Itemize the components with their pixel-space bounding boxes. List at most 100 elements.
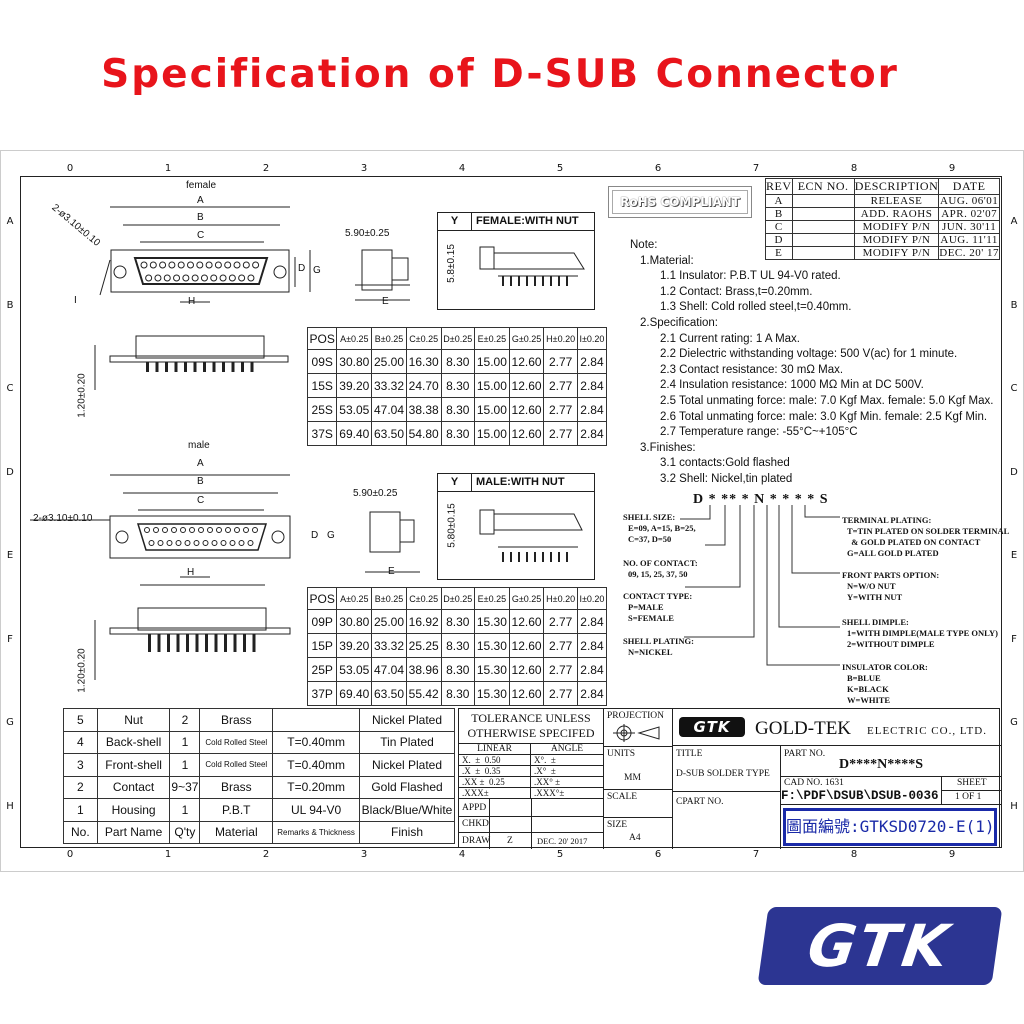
- table-cell: B±0.25: [371, 327, 407, 350]
- rohs-label: RoHS COMPLIANT: [612, 190, 748, 214]
- table-cell: 53.05: [336, 657, 373, 682]
- title-label: TITLE: [676, 749, 703, 759]
- table-cell: Remarks & Thickness: [272, 820, 361, 844]
- solder-terminal: [148, 634, 151, 652]
- pin-hole: [205, 261, 213, 269]
- table-cell: 37P: [306, 681, 338, 706]
- nut-terminal: [526, 276, 528, 286]
- pin-hole: [189, 527, 195, 533]
- legend-line: G=ALL GOLD PLATED: [847, 548, 939, 558]
- shell-size-legend: SHELL SIZE: E=09, A=15, B=25, C=37, D=50: [623, 512, 696, 545]
- grid-column-label: 3: [360, 849, 368, 860]
- note-line: 2.7 Temperature range: -55°C~+105°C: [660, 426, 858, 439]
- table-cell: 24.70: [405, 373, 442, 398]
- pin-hole: [182, 274, 190, 282]
- table-cell: H±0.20: [543, 587, 578, 610]
- table-cell: A±0.25: [336, 587, 373, 610]
- pin-hole: [228, 274, 236, 282]
- table-header-row: POS A±0.25 B±0.25 C±0.25 D±0.25 E±0.25 G±0.25 H…: [306, 327, 608, 350]
- grid-row-label: D: [6, 466, 14, 478]
- table-cell: C±0.25: [405, 327, 442, 350]
- pin-hole: [163, 274, 171, 282]
- tolerance-cell: .XXX°±: [531, 788, 604, 799]
- table-cell: Cold Rolled Steel: [199, 753, 274, 777]
- table-cell: No.: [63, 820, 98, 844]
- table-cell: 33.32: [371, 373, 407, 398]
- tolerance-cell: .XX ± 0.25: [459, 777, 531, 788]
- note-line: 3.2 Shell: Nickel,tin plated: [660, 472, 793, 485]
- female-dim-e: E: [382, 296, 389, 307]
- scale-label: SCALE: [607, 792, 638, 802]
- grid-row-label: F: [7, 633, 13, 645]
- table-cell: 2.77: [543, 349, 578, 374]
- table-cell: 2.84: [576, 397, 608, 422]
- table-cell: B: [765, 207, 793, 221]
- nut-terminal: [566, 552, 568, 562]
- grid-row-label: G: [6, 717, 14, 728]
- table-cell: 63.50: [371, 421, 407, 446]
- table-cell: 15.30: [474, 633, 510, 658]
- pin-hole: [224, 261, 232, 269]
- table-row: 37P 69.40 63.50 55.42 8.30 15.30 12.60 2.77 2.84: [306, 681, 608, 706]
- pin-hole: [180, 527, 186, 533]
- table-cell: DATE: [938, 178, 1000, 195]
- notes: Note: 1.Material: 1.1 Insulator: P.B.T UL …: [630, 238, 993, 488]
- solder-terminal: [186, 634, 189, 652]
- file-path: F:\PDF\DSUB\DSUB-0036: [781, 789, 939, 803]
- grid-column-label: 8: [850, 849, 858, 860]
- table-cell: 25.00: [371, 349, 407, 374]
- male-dim-c: C: [197, 495, 205, 506]
- note-line: 2.2 Dielectric withstanding voltage: 500…: [660, 348, 958, 361]
- pin-hole: [166, 540, 173, 546]
- table-cell: Back-shell: [96, 730, 171, 754]
- legend-line: TERMINAL PLATING:: [842, 515, 932, 525]
- tolerance-cell: X°. ±: [531, 755, 604, 766]
- table-cell: B±0.25: [371, 587, 407, 610]
- table-row: 3 Front-shell 1 Cold Rolled Steel T=0.40mm Ni…: [63, 753, 455, 777]
- female-dim-h: H: [188, 296, 196, 307]
- table-cell: 1: [169, 730, 201, 754]
- table-cell: 2: [63, 775, 98, 799]
- angle-header: ANGLE: [531, 744, 604, 755]
- table-cell: 1: [169, 798, 201, 822]
- table-cell: Brass: [199, 775, 274, 799]
- nut-terminal: [534, 552, 536, 562]
- table-cell: POS: [306, 327, 338, 350]
- table-cell: 15.00: [474, 397, 510, 422]
- nut-terminal: [550, 552, 552, 562]
- part-no-label: PART NO.: [784, 749, 826, 759]
- table-cell: Contact: [96, 775, 171, 799]
- insulator-color-legend: INSULATOR COLOR: B=BLUE K=BLACK W=WHITE: [842, 662, 928, 706]
- tolerance-cell: .X° ±: [531, 766, 604, 777]
- size-label: SIZE: [607, 820, 628, 830]
- solder-terminal: [155, 362, 159, 372]
- female-mount-hole-right: [273, 265, 287, 279]
- table-cell: UL 94-V0: [272, 798, 361, 822]
- legend-line: FRONT PARTS OPTION:: [842, 570, 940, 580]
- legend-line: W=WHITE: [847, 695, 891, 705]
- legend-line: Y=WITH NUT: [847, 592, 903, 602]
- table-cell: 33.32: [371, 633, 407, 658]
- table-cell: 12.60: [508, 633, 545, 658]
- table-cell: 15.00: [474, 421, 510, 446]
- grid-column-label: 4: [458, 163, 466, 174]
- pin-hole: [177, 261, 185, 269]
- nut-terminal: [518, 276, 520, 286]
- table-cell: Cold Rolled Steel: [199, 730, 274, 754]
- pin-hole: [234, 527, 240, 533]
- table-cell: RELEASE: [853, 194, 940, 208]
- table-cell: 25.00: [371, 609, 407, 634]
- table-cell: 39.20: [336, 373, 373, 398]
- table-cell: Black/Blue/White: [359, 798, 455, 822]
- female-side-body: [135, 335, 265, 359]
- pin-hole: [225, 527, 231, 533]
- legend-line: 1=WITH DIMPLE(MALE TYPE ONLY): [847, 628, 999, 638]
- solder-terminal: [167, 634, 170, 652]
- pin-hole: [233, 261, 241, 269]
- legend-line: N=W/O NUT: [847, 581, 896, 591]
- table-cell: 25P: [306, 657, 338, 682]
- pin-hole: [202, 540, 209, 546]
- pin-hole: [193, 540, 200, 546]
- table-cell: 16.30: [405, 349, 442, 374]
- pin-hole: [159, 261, 167, 269]
